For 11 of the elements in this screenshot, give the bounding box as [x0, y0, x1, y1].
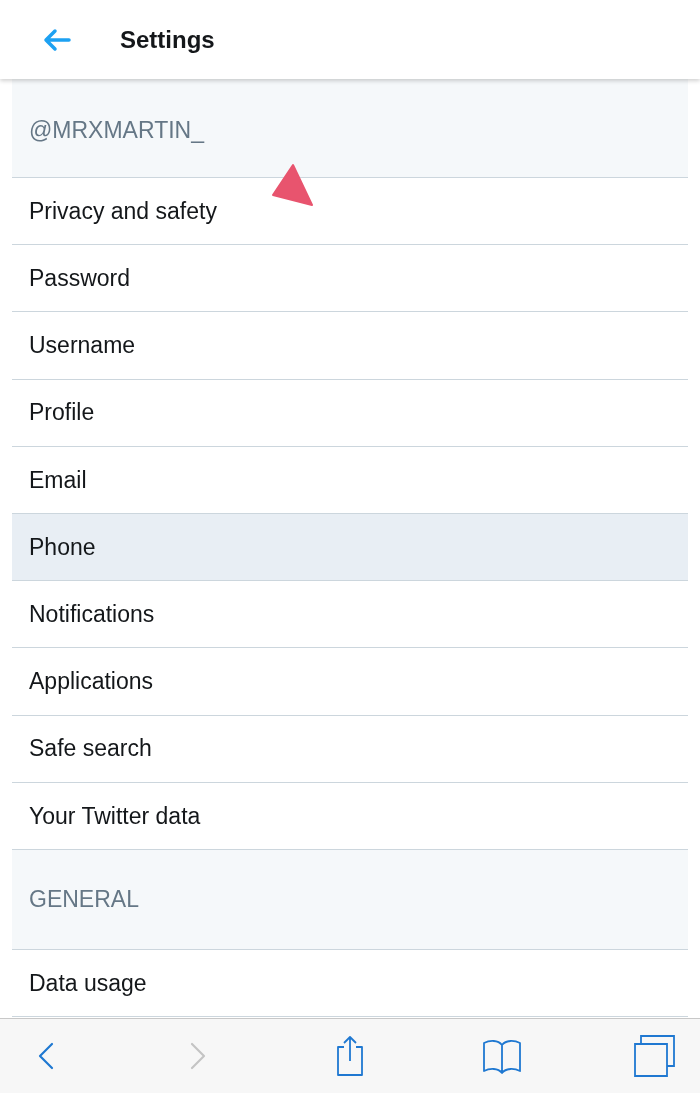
back-arrow-icon: [42, 27, 72, 52]
tabs-icon: [633, 1035, 675, 1077]
pointer-icon: [271, 163, 313, 207]
settings-item[interactable]: Phone: [12, 513, 688, 582]
page-title: Settings: [120, 24, 215, 55]
section-header: GENERAL: [12, 849, 688, 950]
share-icon: [336, 1035, 364, 1077]
section-header: @MRXMARTIN_: [12, 79, 688, 178]
back-chevron-icon: [38, 1042, 54, 1070]
forward-chevron-icon: [190, 1042, 206, 1070]
book-icon: [482, 1037, 522, 1075]
